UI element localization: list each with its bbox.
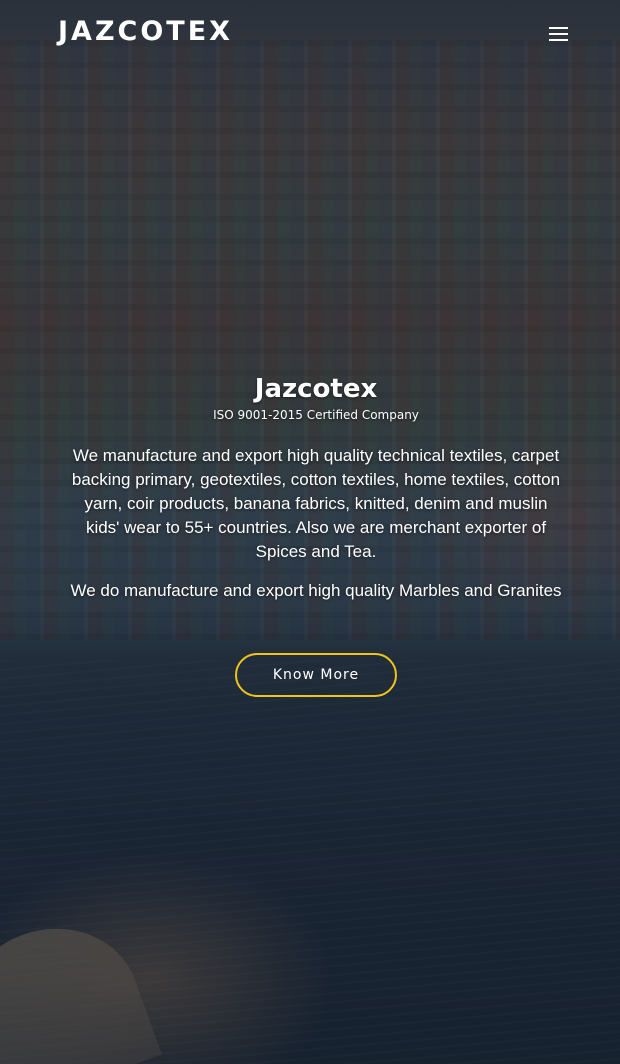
navbar: JAZCOTEX	[0, 0, 620, 70]
water-texture	[0, 660, 620, 1064]
know-more-button[interactable]: Know More	[235, 653, 397, 697]
hero-title: Jazcotex	[254, 374, 378, 404]
hero-section: Jazcotex ISO 9001-2015 Certified Company…	[60, 372, 572, 697]
hamburger-menu-icon[interactable]	[546, 22, 572, 46]
menu-bar	[549, 39, 568, 41]
hero-subtitle: ISO 9001-2015 Certified Company	[213, 408, 419, 422]
brand-logo[interactable]: JAZCOTEX	[58, 16, 233, 47]
hero-description: We manufacture and export high quality t…	[71, 446, 561, 561]
menu-bar	[549, 33, 568, 35]
ship-image	[0, 904, 162, 1064]
menu-bar	[549, 27, 568, 29]
hero-description-secondary: We do manufacture and export high qualit…	[70, 581, 562, 600]
